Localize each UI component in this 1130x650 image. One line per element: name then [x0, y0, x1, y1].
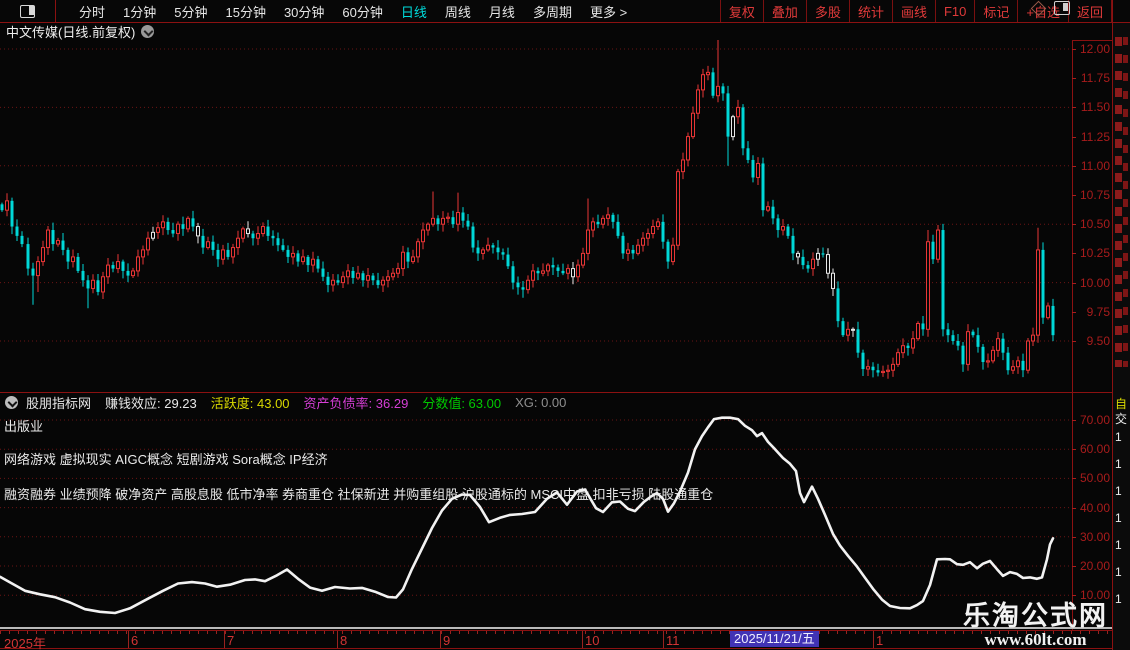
indicator-source: 股朋指标网	[26, 395, 92, 411]
period-tab-分时[interactable]: 分时	[70, 2, 114, 21]
sector-line-industry: 出版业	[4, 419, 44, 434]
sidebar-clipped-row: 1	[1115, 511, 1122, 525]
indicator-field-分数值: 分数值: 63.00	[422, 395, 502, 411]
scrollbar-thumb[interactable]	[0, 627, 1112, 629]
watermark-url: www.60lt.com	[984, 630, 1087, 649]
month-label-8: 8	[340, 633, 348, 648]
period-tabs: 分时 1分钟 5分钟 15分钟 30分钟 60分钟 日线 周线 月线 多周期 更多 >	[70, 2, 636, 21]
indicator-header: 股朋指标网 赚钱效应: 29.23 活跃度: 43.00 资产负债率: 36.29 分数…	[0, 394, 580, 411]
price-tick-label: 11.25	[1080, 129, 1110, 144]
sidebar-clipped-row: 1	[1115, 430, 1122, 444]
selected-date-badge: 2025/11/21/五	[730, 631, 819, 647]
sub-indicator-chart[interactable]	[0, 393, 1072, 630]
period-toolbar: 分时 1分钟 5分钟 15分钟 30分钟 60分钟 日线 周线 月线 多周期 更多 > 复权 叠加 多股…	[0, 0, 1130, 23]
diamond-marker-icon[interactable]	[1030, 0, 1047, 16]
month-label-9: 9	[443, 633, 451, 648]
toolbar-button-标记[interactable]: 标记	[974, 0, 1017, 22]
indicator-tick-label: 50.00	[1079, 471, 1110, 486]
split-window-icon	[20, 4, 35, 18]
sidebar-clipped-item[interactable]: 交	[1115, 410, 1130, 427]
chart-title-row: 中文传媒(日线.前复权)	[0, 23, 1112, 40]
main-candlestick-chart[interactable]	[0, 40, 1072, 392]
indicator-tick-label: 70.00	[1079, 413, 1110, 427]
price-tick-label: 10.25	[1079, 246, 1110, 261]
indicator-tick-label: 40.00	[1079, 500, 1110, 515]
bottom-frame-line	[0, 648, 1130, 649]
indicator-tick-label: 20.00	[1079, 559, 1110, 573]
toolbar-button-叠加[interactable]: 叠加	[762, 0, 806, 22]
price-tick-label: 10.00	[1079, 275, 1110, 290]
collapse-indicator-icon[interactable]	[5, 395, 18, 409]
panel-layout-icon[interactable]	[1054, 1, 1070, 15]
month-label-6: 6	[131, 633, 139, 648]
price-tick-label: 9.75	[1086, 304, 1110, 319]
site-watermark: 乐淘公式网 www.60lt.com	[963, 602, 1108, 649]
indicator-field-活跃度: 活跃度: 43.00	[210, 395, 290, 411]
sector-line-concepts: 网络游戏 虚拟现实 AIGC概念 短剧游戏 Sora概念 IP经济	[4, 452, 328, 467]
sidebar-clipped-row: 1	[1115, 457, 1122, 471]
sidebar-clipped-row: 1	[1115, 565, 1122, 579]
period-tab-5分钟[interactable]: 5分钟	[165, 2, 216, 21]
price-tick-label: 11.75	[1080, 71, 1110, 86]
indicator-field-XG: XG: 0.00	[515, 394, 567, 410]
indicator-tick-label: 60.00	[1079, 442, 1110, 457]
price-tick-label: 11.50	[1080, 100, 1110, 115]
price-tick-label: 9.50	[1086, 334, 1110, 348]
indicator-tick-label: 30.00	[1079, 529, 1110, 544]
price-tick-label: 11.00	[1080, 158, 1110, 173]
period-tab-60分钟[interactable]: 60分钟	[333, 2, 391, 21]
toolbar-button-F10[interactable]: F10	[934, 0, 974, 22]
price-tick-label: 12.00	[1079, 42, 1110, 56]
period-tab-更多 >[interactable]: 更多 >	[581, 2, 636, 21]
indicator-tick-label: 10.00	[1079, 588, 1110, 603]
toolbar-button-画线[interactable]: 画线	[891, 0, 935, 22]
price-tick-label: 10.75	[1079, 188, 1110, 202]
month-label-11: 11	[666, 633, 680, 648]
sidebar-clipped-row: 1	[1115, 538, 1122, 552]
toolbar-button-多股[interactable]: 多股	[805, 0, 849, 22]
watermark-title: 乐淘公式网	[963, 601, 1108, 631]
toolbar-button-统计[interactable]: 统计	[848, 0, 892, 22]
year-label: 2025年	[4, 636, 46, 650]
indicator-field-赚钱效应: 赚钱效应: 29.23	[105, 395, 197, 411]
period-tab-日线[interactable]: 日线	[392, 2, 436, 21]
sidebar-clipped-row: 1	[1115, 484, 1122, 498]
period-tab-15分钟[interactable]: 15分钟	[216, 2, 274, 21]
date-axis[interactable]: 2025年 2025/11/21/五 6 7 8 9 10 11 1	[0, 631, 1112, 650]
indicator-field-资产负债率: 资产负债率: 36.29	[303, 395, 409, 411]
right-sidebar-strip[interactable]: 自交1111111	[1113, 23, 1130, 650]
sidebar-clipped-row: 1	[1115, 592, 1122, 606]
month-label-10: 10	[585, 633, 600, 648]
price-tick-label: 10.50	[1079, 217, 1110, 232]
stock-title[interactable]: 中文传媒(日线.前复权)	[6, 22, 135, 41]
period-tab-多周期[interactable]: 多周期	[524, 2, 581, 21]
toolbar-button-复权[interactable]: 复权	[719, 0, 763, 22]
chevron-down-icon[interactable]	[141, 25, 155, 38]
period-tab-30分钟[interactable]: 30分钟	[275, 2, 333, 21]
price-axis-line	[1072, 40, 1073, 630]
toolbar-button-返回[interactable]: 返回	[1067, 0, 1112, 22]
layout-toggle-button[interactable]	[0, 0, 56, 22]
month-label-7: 7	[227, 633, 235, 648]
sector-line-tags: 融资融券 业绩预降 破净资产 高股息股 低市净率 券商重仓 社保新进 并购重组股…	[4, 487, 714, 502]
period-tab-月线[interactable]: 月线	[480, 2, 524, 21]
period-tab-周线[interactable]: 周线	[436, 2, 480, 21]
period-tab-1分钟[interactable]: 1分钟	[114, 2, 165, 21]
month-label-1: 1	[876, 633, 884, 648]
tdx-app-window: 分时 1分钟 5分钟 15分钟 30分钟 60分钟 日线 周线 月线 多周期 更多 > 复权 叠加 多股…	[0, 0, 1130, 650]
